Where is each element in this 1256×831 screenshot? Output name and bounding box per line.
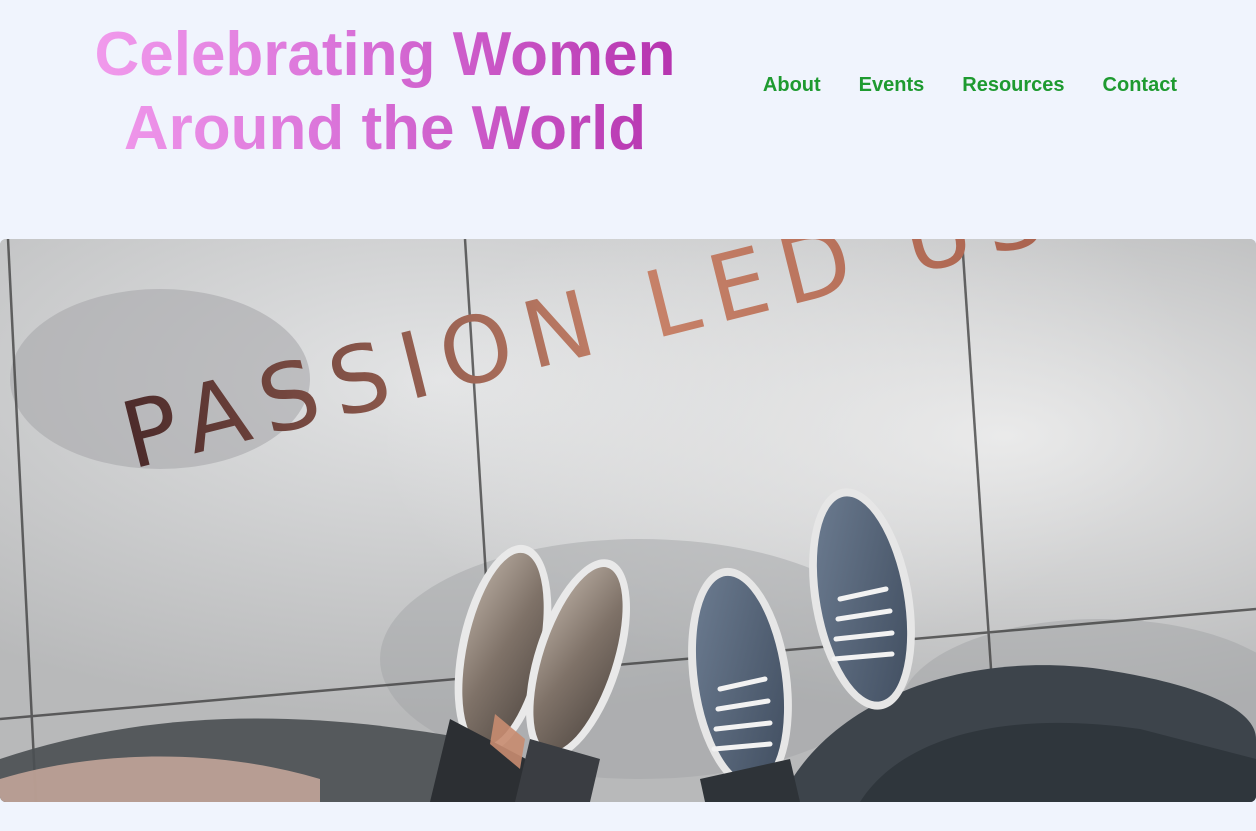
site-title-line-2: Around the World bbox=[123, 94, 647, 163]
page: Celebrating Women Around the World About… bbox=[0, 0, 1256, 831]
main-nav: About Events Resources Contact bbox=[763, 74, 1177, 97]
site-title: Celebrating Women Around the World bbox=[40, 18, 730, 166]
hero-image: PASSION LED US HERE bbox=[0, 239, 1256, 802]
nav-link-about[interactable]: About bbox=[763, 74, 821, 97]
nav-link-resources[interactable]: Resources bbox=[962, 74, 1064, 97]
nav-link-events[interactable]: Events bbox=[859, 74, 925, 97]
hero-photo: PASSION LED US HERE bbox=[0, 239, 1256, 802]
nav-link-contact[interactable]: Contact bbox=[1103, 74, 1177, 97]
site-title-line-1: Celebrating Women bbox=[94, 20, 676, 89]
